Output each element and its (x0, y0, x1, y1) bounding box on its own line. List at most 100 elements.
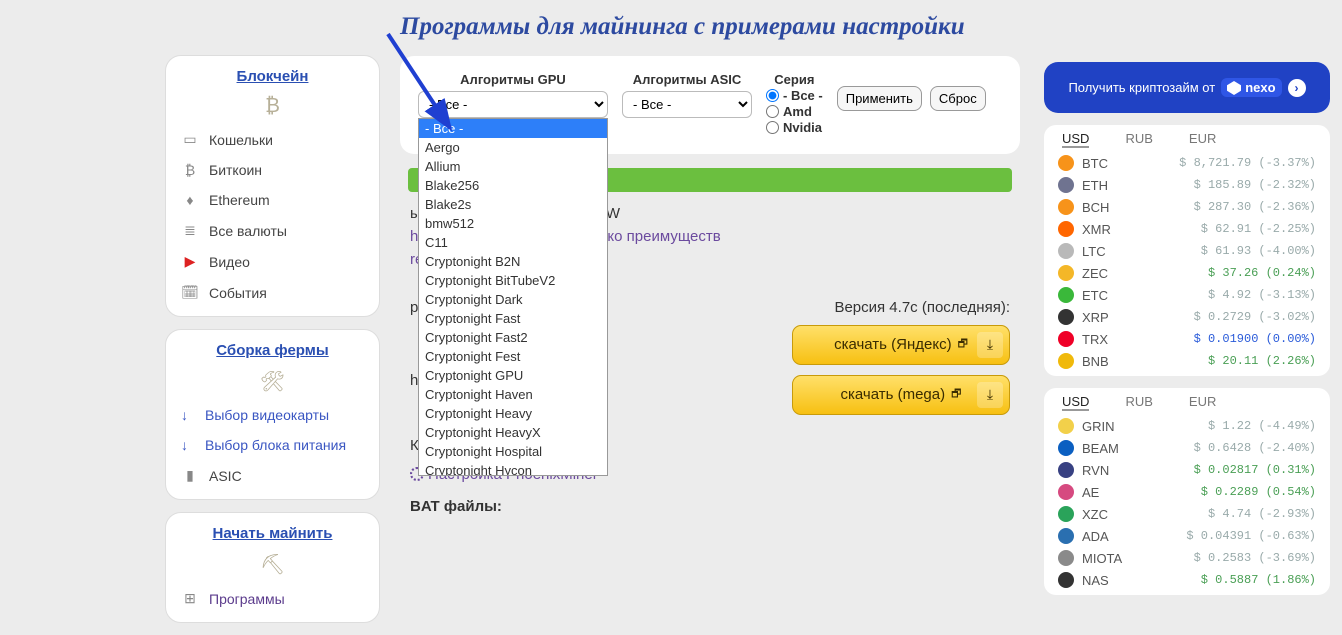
dropdown-option[interactable]: Cryptonight GPU (419, 366, 607, 385)
coin-symbol: TRX (1082, 332, 1108, 347)
tab-eur[interactable]: EUR (1189, 131, 1216, 148)
sidebar-item-programs[interactable]: ⊞ Программы (166, 583, 379, 614)
download-yandex-button[interactable]: скачать (Яндекс)🗗 ⤓ (792, 325, 1010, 365)
series-radio-all[interactable]: - Все - (766, 88, 823, 103)
coin-icon (1058, 331, 1074, 347)
dropdown-option[interactable]: Cryptonight Heavy (419, 404, 607, 423)
rate-row[interactable]: ADA$ 0.04391 (-0.63%) (1044, 525, 1330, 547)
gpu-algorithm-select[interactable]: - Все - (418, 91, 608, 118)
download-icon: ⤓ (977, 332, 1003, 358)
sidebar-block-rig: Сборка фермы 🛠 ↓Выбор видеокарты ↓Выбор … (165, 329, 380, 500)
ethereum-icon: ♦ (181, 192, 199, 208)
sidebar-title[interactable]: Сборка фермы (166, 338, 379, 365)
sidebar-item-label: Программы (209, 591, 285, 607)
dropdown-option[interactable]: Cryptonight HeavyX (419, 423, 607, 442)
rate-row[interactable]: BCH$ 287.30 (-2.36%) (1044, 196, 1330, 218)
download-mega-button[interactable]: скачать (mega)🗗 ⤓ (792, 375, 1010, 415)
dropdown-option[interactable]: C11 (419, 233, 607, 252)
series-radio-nvidia[interactable]: Nvidia (766, 120, 823, 135)
rate-row[interactable]: AE$ 0.2289 (0.54%) (1044, 481, 1330, 503)
rate-value: $ 185.89 (-2.32%) (1194, 178, 1316, 192)
coin-symbol: BNB (1082, 354, 1109, 369)
dropdown-option[interactable]: bmw512 (419, 214, 607, 233)
coin-symbol: ETH (1082, 178, 1108, 193)
dropdown-option[interactable]: Blake256 (419, 176, 607, 195)
dropdown-option[interactable]: Cryptonight BitTubeV2 (419, 271, 607, 290)
external-link-icon: 🗗 (951, 386, 961, 403)
coin-icon (1058, 484, 1074, 500)
coin-icon (1058, 550, 1074, 566)
sidebar-item-label: События (209, 285, 267, 301)
sidebar-item-psu-select[interactable]: ↓Выбор блока питания (166, 430, 379, 460)
series-radio-amd[interactable]: Amd (766, 104, 823, 119)
rate-row[interactable]: RVN$ 0.02817 (0.31%) (1044, 459, 1330, 481)
coin-icon (1058, 462, 1074, 478)
sidebar-item-video[interactable]: ▶Видео (166, 246, 379, 277)
dropdown-option[interactable]: - Все - (419, 119, 607, 138)
sidebar-item-gpu-select[interactable]: ↓Выбор видеокарты (166, 400, 379, 430)
tab-rub[interactable]: RUB (1125, 394, 1152, 411)
dropdown-option[interactable]: Cryptonight Fast2 (419, 328, 607, 347)
rate-row[interactable]: TRX$ 0.01900 (0.00%) (1044, 328, 1330, 350)
sidebar-title[interactable]: Начать майнить (166, 521, 379, 548)
main-column: Программы для майнинга с примерами настр… (400, 10, 1020, 518)
asic-algorithm-select[interactable]: - Все - (622, 91, 752, 118)
coin-symbol: XZC (1082, 507, 1108, 522)
sidebar-item-bitcoin[interactable]: ₿Биткоин (166, 155, 379, 185)
radio-input[interactable] (766, 105, 779, 118)
dropdown-option[interactable]: Cryptonight B2N (419, 252, 607, 271)
rate-value: $ 37.26 (0.24%) (1208, 266, 1316, 280)
sidebar-item-wallets[interactable]: ▭Кошельки (166, 124, 379, 155)
coin-icon (1058, 287, 1074, 303)
bat-files-label: BAT файлы: (410, 495, 1010, 518)
apply-button[interactable]: Применить (837, 86, 922, 111)
radio-input[interactable] (766, 89, 779, 102)
rate-value: $ 20.11 (2.26%) (1208, 354, 1316, 368)
rate-value: $ 4.92 (-3.13%) (1208, 288, 1316, 302)
dropdown-option[interactable]: Cryptonight Fest (419, 347, 607, 366)
reset-button[interactable]: Сброс (930, 86, 986, 111)
coin-icon (1058, 506, 1074, 522)
rate-row[interactable]: BNB $ 20.11 (2.26%) (1044, 350, 1330, 372)
dropdown-option[interactable]: Blake2s (419, 195, 607, 214)
dropdown-option[interactable]: Aergo (419, 138, 607, 157)
rate-row[interactable]: ETC$ 4.92 (-3.13%) (1044, 284, 1330, 306)
tab-usd[interactable]: USD (1062, 131, 1089, 148)
rate-row[interactable]: BEAM$ 0.6428 (-2.40%) (1044, 437, 1330, 459)
radio-input[interactable] (766, 121, 779, 134)
rate-row[interactable]: BTC$ 8,721.79 (-3.37%) (1044, 152, 1330, 174)
rate-row[interactable]: MIOTA$ 0.2583 (-3.69%) (1044, 547, 1330, 569)
tab-eur[interactable]: EUR (1189, 394, 1216, 411)
dropdown-option[interactable]: Cryptonight Haven (419, 385, 607, 404)
rate-value: $ 62.91 (-2.25%) (1201, 222, 1316, 236)
rate-row[interactable]: XRP$ 0.2729 (-3.02%) (1044, 306, 1330, 328)
sidebar-item-asic[interactable]: ▮ASIC (166, 460, 379, 491)
rate-row[interactable]: XZC$ 4.74 (-2.93%) (1044, 503, 1330, 525)
sidebar-item-all-currencies[interactable]: ≣Все валюты (166, 215, 379, 246)
dropdown-option[interactable]: Cryptonight Hycon (419, 461, 607, 476)
calendar-icon: 🗓 (181, 284, 199, 301)
rate-row[interactable]: GRIN$ 1.22 (-4.49%) (1044, 415, 1330, 437)
windows-icon: ⊞ (181, 590, 199, 607)
tab-rub[interactable]: RUB (1125, 131, 1152, 148)
coin-icon (1058, 572, 1074, 588)
sidebar-block-start: Начать майнить ⛏ ⊞Программы (165, 512, 380, 623)
rate-row[interactable]: ZEC$ 37.26 (0.24%) (1044, 262, 1330, 284)
rate-row[interactable]: LTC$ 61.93 (-4.00%) (1044, 240, 1330, 262)
dropdown-option[interactable]: Cryptonight Fast (419, 309, 607, 328)
dropdown-option[interactable]: Cryptonight Hospital (419, 442, 607, 461)
promo-banner[interactable]: Получить криптозайм от nexo › (1044, 62, 1330, 113)
rate-row[interactable]: NAS$ 0.5887 (1.86%) (1044, 569, 1330, 591)
coin-symbol: XRP (1082, 310, 1109, 325)
gpu-algorithm-dropdown[interactable]: - Все -AergoAlliumBlake256Blake2sbmw512C… (418, 118, 608, 476)
dropdown-option[interactable]: Allium (419, 157, 607, 176)
tab-usd[interactable]: USD (1062, 394, 1089, 411)
filter-label-series: Серия (766, 72, 823, 87)
right-panel: Получить криптозайм от nexo › USD RUB EU… (1044, 62, 1330, 607)
dropdown-option[interactable]: Cryptonight Dark (419, 290, 607, 309)
sidebar-item-events[interactable]: 🗓 События (166, 277, 379, 308)
sidebar-item-ethereum[interactable]: ♦Ethereum (166, 185, 379, 215)
rate-row[interactable]: ETH $ 185.89 (-2.32%) (1044, 174, 1330, 196)
sidebar-title[interactable]: Блокчейн (166, 64, 379, 91)
rate-row[interactable]: XMR$ 62.91 (-2.25%) (1044, 218, 1330, 240)
